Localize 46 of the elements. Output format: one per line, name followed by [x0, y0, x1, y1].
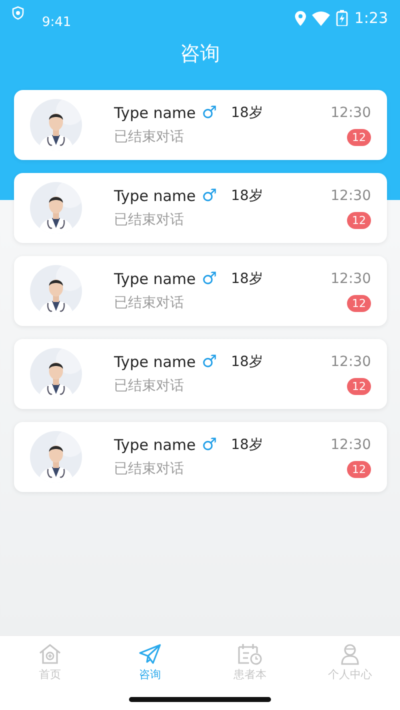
paper-plane-icon — [138, 642, 162, 664]
home-icon — [38, 642, 62, 664]
conversation-status: 已结束对话 — [114, 460, 184, 478]
page-title: 咨询 — [179, 40, 221, 67]
calendar-clock-icon — [237, 642, 263, 664]
conversation-status: 已结束对话 — [114, 377, 184, 395]
male-symbol: ♂ — [202, 104, 218, 122]
unread-badge: 12 — [347, 460, 371, 478]
location-icon — [295, 10, 306, 26]
message-time: 12:30 — [330, 354, 371, 370]
patient-name: Type name — [114, 104, 196, 122]
conversation-card[interactable]: Type name ♂ 18岁 12:30 已结束对话 12 — [14, 173, 387, 243]
conversation-status: 已结束对话 — [114, 211, 184, 229]
conversation-status: 已结束对话 — [114, 128, 184, 146]
unread-badge: 12 — [347, 378, 371, 394]
status-time: 9:41 — [42, 14, 72, 30]
message-time: 12:30 — [330, 105, 371, 121]
patient-age: 18岁 — [231, 353, 263, 371]
person-icon — [339, 642, 361, 664]
patient-name: Type name — [114, 270, 196, 288]
male-symbol: ♂ — [202, 270, 218, 288]
male-symbol: ♂ — [202, 188, 218, 204]
conversation-card[interactable]: Type name ♂ 18岁 12:30 已结束对话 12 — [14, 90, 387, 160]
wifi-icon — [312, 10, 330, 26]
patient-name: Type name — [114, 353, 196, 371]
conversation-card[interactable]: Type name ♂ 18岁 12:30 已结束对话 12 — [14, 339, 387, 409]
unread-badge: 12 — [347, 212, 371, 228]
male-symbol: ♂ — [202, 354, 218, 370]
conversation-card[interactable]: Type name ♂ 18岁 12:30 已结束对话 12 — [14, 422, 387, 492]
patient-age: 18岁 — [231, 187, 263, 205]
shield-icon — [12, 6, 24, 20]
conversation-card[interactable]: Type name ♂ 18岁 12:30 已结束对话 12 — [14, 256, 387, 326]
message-time: 12:30 — [330, 271, 371, 287]
unread-badge: 12 — [347, 294, 371, 312]
battery-charging-icon — [336, 10, 348, 26]
patient-age: 18岁 — [231, 270, 263, 288]
message-time: 12:30 — [330, 437, 371, 453]
conversation-status: 已结束对话 — [114, 294, 184, 312]
patient-age: 18岁 — [231, 436, 263, 454]
status-clock: 1:23 — [354, 9, 388, 27]
male-symbol: ♂ — [202, 436, 218, 454]
patient-name: Type name — [114, 436, 196, 454]
patient-age: 18岁 — [231, 104, 263, 122]
patient-name: Type name — [114, 187, 196, 205]
message-time: 12:30 — [330, 188, 371, 204]
unread-badge: 12 — [347, 128, 371, 146]
